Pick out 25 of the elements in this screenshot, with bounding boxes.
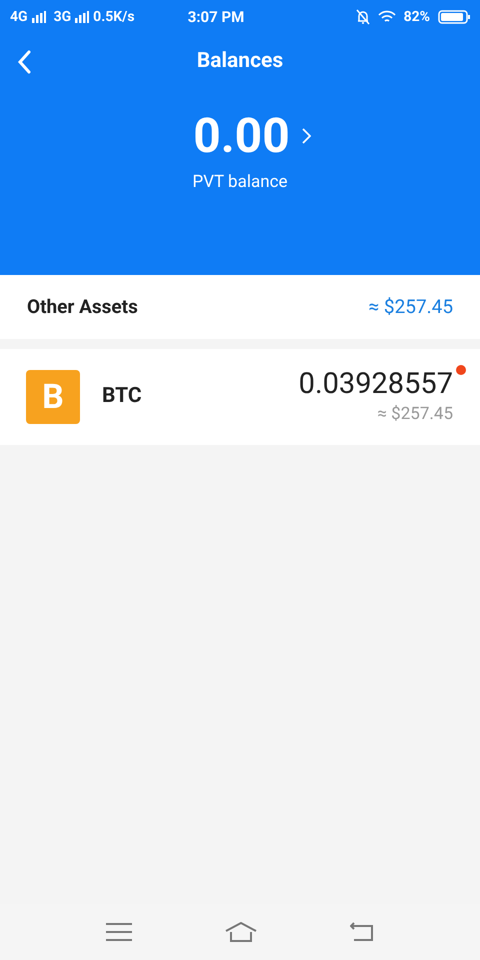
page-title: Balances [196, 48, 284, 76]
asset-amount: 0.03928557 [298, 366, 453, 402]
balance-link[interactable]: 0.00 [169, 112, 311, 160]
asset-fiat: ≈ $257.45 [377, 403, 453, 426]
asset-row[interactable]: B BTC 0.03928557 ≈ $257.45 [0, 349, 480, 445]
network-label: 3G [54, 8, 72, 26]
menu-icon[interactable] [106, 923, 132, 941]
home-icon[interactable] [224, 922, 257, 942]
speed-label: 0.5K/s [93, 8, 135, 26]
back-icon [17, 50, 31, 74]
signal-icon [32, 11, 46, 23]
time-label: 3:07 PM [188, 6, 244, 28]
other-assets-total: ≈ $257.45 [368, 294, 453, 320]
wifi-icon [378, 10, 396, 24]
network-label: 4G [10, 8, 28, 26]
other-assets-label: Other Assets [27, 294, 138, 320]
asset-name: BTC [102, 383, 142, 410]
balance-label: PVT balance [192, 171, 288, 194]
battery-icon [438, 10, 470, 24]
bell-off-icon [356, 9, 370, 25]
battery-label: 82% [404, 8, 430, 26]
coin-logo-icon: B [26, 370, 80, 424]
back-nav-icon[interactable] [350, 922, 374, 942]
chevron-icon [302, 128, 311, 144]
signal-icon [75, 11, 90, 23]
